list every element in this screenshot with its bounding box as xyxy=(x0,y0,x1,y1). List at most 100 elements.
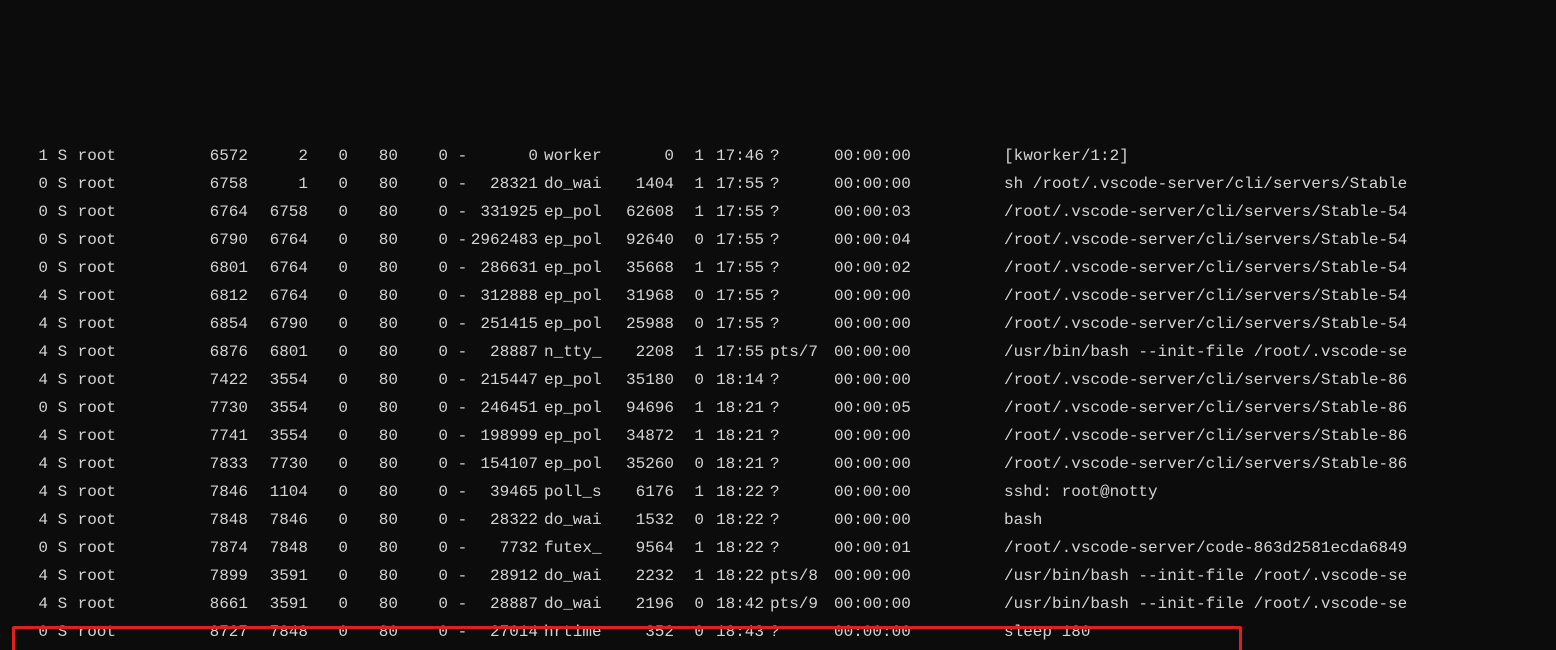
col-addr: 2962483 xyxy=(468,226,538,254)
col-uid: root xyxy=(68,310,188,338)
col-time: 00:00:00 xyxy=(834,338,1004,366)
col-ppid: 6790 xyxy=(248,310,308,338)
col-f: 0 xyxy=(28,534,48,562)
col-tty: ? xyxy=(764,142,834,170)
col-tty: ? xyxy=(764,170,834,198)
col-s: S xyxy=(48,226,68,254)
col-wchan: n_tty_ xyxy=(538,338,614,366)
col-addr: 286631 xyxy=(468,254,538,282)
col-f: 0 xyxy=(28,170,48,198)
col-dash: - xyxy=(448,506,468,534)
col-ppid: 2 xyxy=(248,142,308,170)
col-cmd: /root/.vscode-server/cli/servers/Stable-… xyxy=(1004,394,1556,422)
col-time: 00:00:00 xyxy=(834,310,1004,338)
col-c: 0 xyxy=(308,366,348,394)
terminal-process-list: 1 S root657220800 -0worker0117:46?00:00:… xyxy=(0,140,1556,650)
col-wchan: ep_pol xyxy=(538,422,614,450)
col-c: 0 xyxy=(308,534,348,562)
col-pid: 7846 xyxy=(188,478,248,506)
col-f: 4 xyxy=(28,366,48,394)
col-pid: 7422 xyxy=(188,366,248,394)
col-tty: ? xyxy=(764,226,834,254)
col-stime: 17:55 xyxy=(704,170,764,198)
col-ni: 0 xyxy=(398,198,448,226)
col-cmd: /root/.vscode-server/cli/servers/Stable-… xyxy=(1004,198,1556,226)
process-row: 1 S root657220800 -0worker0117:46?00:00:… xyxy=(0,142,1556,170)
col-ppid: 7846 xyxy=(248,506,308,534)
col-rss: 1 xyxy=(674,142,704,170)
col-rss: 1 xyxy=(674,534,704,562)
col-tty: ? xyxy=(764,282,834,310)
col-c: 0 xyxy=(308,590,348,618)
col-cmd: /root/.vscode-server/cli/servers/Stable-… xyxy=(1004,226,1556,254)
col-addr: 28321 xyxy=(468,170,538,198)
col-s: S xyxy=(48,422,68,450)
col-c: 0 xyxy=(308,450,348,478)
col-wchan: hrtime xyxy=(538,618,614,646)
col-f: 4 xyxy=(28,590,48,618)
col-tty: ? xyxy=(764,366,834,394)
col-ppid: 6764 xyxy=(248,282,308,310)
col-wchan: ep_pol xyxy=(538,394,614,422)
process-row: 0 S root676467580800 -331925ep_pol626081… xyxy=(0,198,1556,226)
col-addr: 154107 xyxy=(468,450,538,478)
col-stime: 18:42 xyxy=(704,590,764,618)
col-ppid: 3554 xyxy=(248,394,308,422)
col-time: 00:00:00 xyxy=(834,646,1004,650)
col-time: 00:00:00 xyxy=(834,562,1004,590)
col-pid: 7848 xyxy=(188,506,248,534)
col-stime: 18:21 xyxy=(704,450,764,478)
col-s: S xyxy=(48,618,68,646)
col-dash: - xyxy=(448,394,468,422)
col-f: 4 xyxy=(28,450,48,478)
col-wchan: poll_s xyxy=(538,478,614,506)
col-f: 4 xyxy=(28,338,48,366)
col-time: 00:00:02 xyxy=(834,254,1004,282)
col-stime: 18:14 xyxy=(704,366,764,394)
col-s: S xyxy=(48,170,68,198)
col-ni: 0 xyxy=(398,590,448,618)
col-dash: - xyxy=(448,198,468,226)
process-row: 4 S root774135540800 -198999ep_pol348721… xyxy=(0,422,1556,450)
col-tty: pts/9 xyxy=(764,590,834,618)
process-row: 4 S root783377300800 -154107ep_pol352600… xyxy=(0,450,1556,478)
col-rss: 1 xyxy=(674,478,704,506)
col-dash: - xyxy=(448,226,468,254)
col-addr: 28887 xyxy=(468,338,538,366)
col-pri: 80 xyxy=(348,562,398,590)
col-ppid: 3554 xyxy=(248,422,308,450)
process-row: 4 S root784611040800 -39465poll_s6176118… xyxy=(0,478,1556,506)
col-dash: - xyxy=(448,562,468,590)
col-sz: 1532 xyxy=(614,506,674,534)
col-pri: 80 xyxy=(348,422,398,450)
col-uid: root xyxy=(68,198,188,226)
col-uid: root xyxy=(68,422,188,450)
col-uid: root xyxy=(68,282,188,310)
col-stime: 18:43 xyxy=(704,618,764,646)
col-f: 4 xyxy=(28,282,48,310)
col-time: 00:00:00 xyxy=(834,590,1004,618)
col-ppid: 1 xyxy=(248,170,308,198)
col-rss: 0 xyxy=(674,506,704,534)
col-time: 00:00:04 xyxy=(834,226,1004,254)
col-time: 00:00:00 xyxy=(834,618,1004,646)
col-wchan: ep_pol xyxy=(538,226,614,254)
col-tty: ? xyxy=(764,478,834,506)
col-stime: 18:21 xyxy=(704,422,764,450)
col-wchan: do_wai xyxy=(538,170,614,198)
col-stime: 17:55 xyxy=(704,226,764,254)
col-stime: 17:55 xyxy=(704,254,764,282)
col-time: 00:00:00 xyxy=(834,142,1004,170)
col-ppid: 7899 xyxy=(248,646,308,650)
col-ni: 0 xyxy=(398,534,448,562)
col-dash: - xyxy=(448,422,468,450)
col-ni: 0 xyxy=(398,394,448,422)
col-cmd: /usr/bin/bash --init-file /root/.vscode-… xyxy=(1004,590,1556,618)
col-time: 00:00:00 xyxy=(834,478,1004,506)
col-cmd: sshd: root@notty xyxy=(1004,478,1556,506)
col-ni: 0 xyxy=(398,506,448,534)
col-dash: - xyxy=(448,170,468,198)
col-tty: ? xyxy=(764,254,834,282)
col-stime: 18:22 xyxy=(704,562,764,590)
col-ppid: 6764 xyxy=(248,254,308,282)
